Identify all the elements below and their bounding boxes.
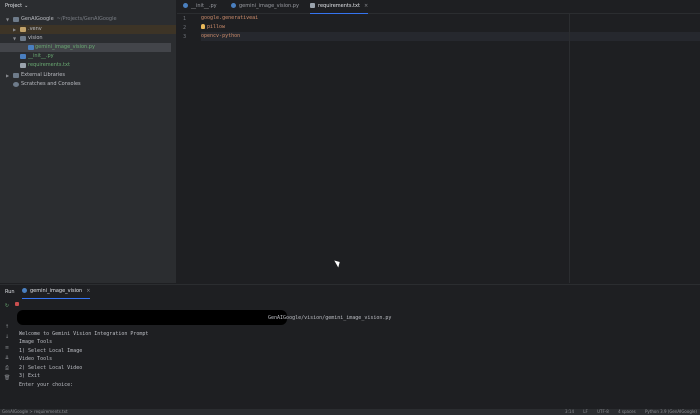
- tree-item-requirements[interactable]: requirements.txt: [0, 61, 176, 70]
- tree-item-label: GenAIGoogle: [21, 16, 54, 22]
- line-number: 1: [183, 16, 187, 22]
- run-tab-label: gemini_image_vision: [30, 288, 83, 294]
- chevron-down-icon[interactable]: ▼: [6, 15, 9, 24]
- tab-init[interactable]: __init__.py: [183, 0, 217, 13]
- tree-item-external-libraries[interactable]: ▶ External Libraries: [0, 71, 176, 80]
- trash-icon[interactable]: 🗑: [4, 376, 10, 381]
- project-panel: Project ⌄ ▼ GenAIGoogle ~/Projects/GenAIGo…: [0, 0, 177, 283]
- project-title-dropdown[interactable]: Project ⌄: [5, 3, 28, 9]
- project-header: Project ⌄: [0, 0, 176, 13]
- console-prompt: Enter your choice:: [19, 382, 74, 388]
- line-number-gutter: 1 2 3: [177, 14, 201, 283]
- python-file-icon: [231, 3, 236, 8]
- console-line: 1) Select Local Image: [19, 348, 83, 354]
- indent-setting[interactable]: 4 spaces: [618, 409, 636, 414]
- folder-icon: [20, 27, 26, 32]
- project-path: ~/Projects/GenAIGoogle: [56, 16, 117, 22]
- tree-item-label: requirements.txt: [28, 62, 70, 68]
- chevron-right-icon[interactable]: ▶: [6, 71, 9, 80]
- python-file-icon: [28, 45, 34, 50]
- tab-requirements[interactable]: requirements.txt ×: [310, 0, 369, 14]
- scratches-icon: [13, 82, 19, 87]
- tree-item-vision[interactable]: ▼ vision: [0, 34, 176, 43]
- tree-item-init[interactable]: __init__.py: [0, 52, 176, 61]
- status-right: 3:14 LF UTF-8 4 spaces Python 3.9 (GenAI…: [557, 409, 697, 415]
- python-file-icon: [20, 54, 26, 59]
- run-label: Run: [5, 289, 15, 295]
- tab-label: __init__.py: [191, 3, 217, 9]
- caret-position[interactable]: 3:14: [565, 409, 574, 414]
- soft-wrap-icon[interactable]: ≡: [4, 346, 10, 351]
- chevron-right-icon[interactable]: ▶: [13, 25, 16, 34]
- text-file-icon: [310, 3, 315, 8]
- editor-tab-bar: __init__.py gemini_image_vision.py requi…: [177, 0, 700, 14]
- line-separator[interactable]: LF: [583, 409, 588, 414]
- right-margin-guide: [569, 14, 570, 283]
- run-tab[interactable]: gemini_image_vision ×: [22, 285, 91, 299]
- code-text: opencv-python: [201, 33, 241, 39]
- console-line: Image Tools: [19, 339, 53, 345]
- tab-gemini-image-vision[interactable]: gemini_image_vision.py: [231, 0, 299, 13]
- console-line: 3) Exit: [19, 373, 41, 379]
- editor: __init__.py gemini_image_vision.py requi…: [177, 0, 700, 283]
- code-line[interactable]: google.generativeai: [201, 14, 700, 23]
- close-icon[interactable]: ×: [364, 3, 368, 9]
- chevron-down-icon: ⌄: [24, 3, 29, 9]
- line-number: 2: [183, 25, 187, 31]
- up-arrow-icon[interactable]: ↑: [4, 325, 10, 330]
- code-text: pillow: [207, 24, 226, 30]
- tree-item-label: Scratches and Consoles: [21, 81, 81, 87]
- run-toolbar: ↻ ↑ ↓ ≡ ⇊ ⎙ 🗑: [0, 299, 14, 410]
- tree-item-root[interactable]: ▼ GenAIGoogle ~/Projects/GenAIGoogle: [0, 15, 176, 24]
- tab-label: gemini_image_vision.py: [239, 3, 299, 9]
- close-icon[interactable]: ×: [86, 288, 90, 294]
- tree-item-scratches[interactable]: Scratches and Consoles: [0, 80, 176, 89]
- lightbulb-icon[interactable]: [201, 24, 205, 29]
- tree-item-label: gemini_image_vision.py: [35, 44, 95, 50]
- tree-item-label: __init__.py: [28, 53, 54, 59]
- status-bar: GenAIGoogle > requirements.txt 3:14 LF U…: [0, 409, 700, 415]
- console-line: Welcome to Gemini Vision Integration Pro…: [19, 331, 149, 337]
- status-breadcrumb[interactable]: GenAIGoogle > requirements.txt: [2, 409, 68, 415]
- console-line: 2) Select Local Video: [19, 365, 83, 371]
- code-text: google.generativeai: [201, 15, 259, 21]
- file-encoding[interactable]: UTF-8: [597, 409, 609, 414]
- text-file-icon: [20, 63, 26, 68]
- python-file-icon: [183, 3, 188, 8]
- library-icon: [13, 73, 19, 78]
- line-number: 3: [183, 34, 187, 40]
- python-interpreter[interactable]: Python 3.9 (GenAIGoogle): [645, 409, 697, 414]
- tab-label: requirements.txt: [318, 3, 360, 9]
- run-panel: Run gemini_image_vision × ↻ ↑ ↓ ≡ ⇊ ⎙ 🗑 G…: [0, 284, 700, 410]
- console-line: Video Tools: [19, 356, 53, 362]
- chevron-down-icon[interactable]: ▼: [13, 34, 16, 43]
- run-header: Run gemini_image_vision ×: [0, 285, 700, 299]
- scroll-to-end-icon[interactable]: ⇊: [4, 356, 10, 361]
- redacted-command-block: [17, 310, 287, 325]
- folder-icon: [13, 17, 19, 22]
- command-path: GenAIGoogle/vision/gemini_image_vision.p…: [268, 315, 392, 321]
- folder-icon: [20, 36, 26, 41]
- print-icon[interactable]: ⎙: [4, 366, 10, 371]
- project-title-label: Project: [5, 3, 23, 9]
- rerun-icon[interactable]: ↻: [4, 304, 10, 309]
- code-line[interactable]: pillow: [201, 23, 700, 32]
- down-arrow-icon[interactable]: ↓: [4, 335, 10, 340]
- python-file-icon: [22, 288, 27, 293]
- code-line[interactable]: opencv-python: [201, 32, 700, 41]
- tree-item-gemini-image-vision[interactable]: gemini_image_vision.py: [0, 43, 171, 52]
- tree-item-venv[interactable]: ▶ .venv: [0, 25, 176, 34]
- tree-item-label: .venv: [28, 26, 42, 32]
- tree-item-label: vision: [28, 35, 43, 41]
- tree-item-label: External Libraries: [21, 72, 65, 78]
- console-output[interactable]: GenAIGoogle/vision/gemini_image_vision.p…: [17, 299, 700, 410]
